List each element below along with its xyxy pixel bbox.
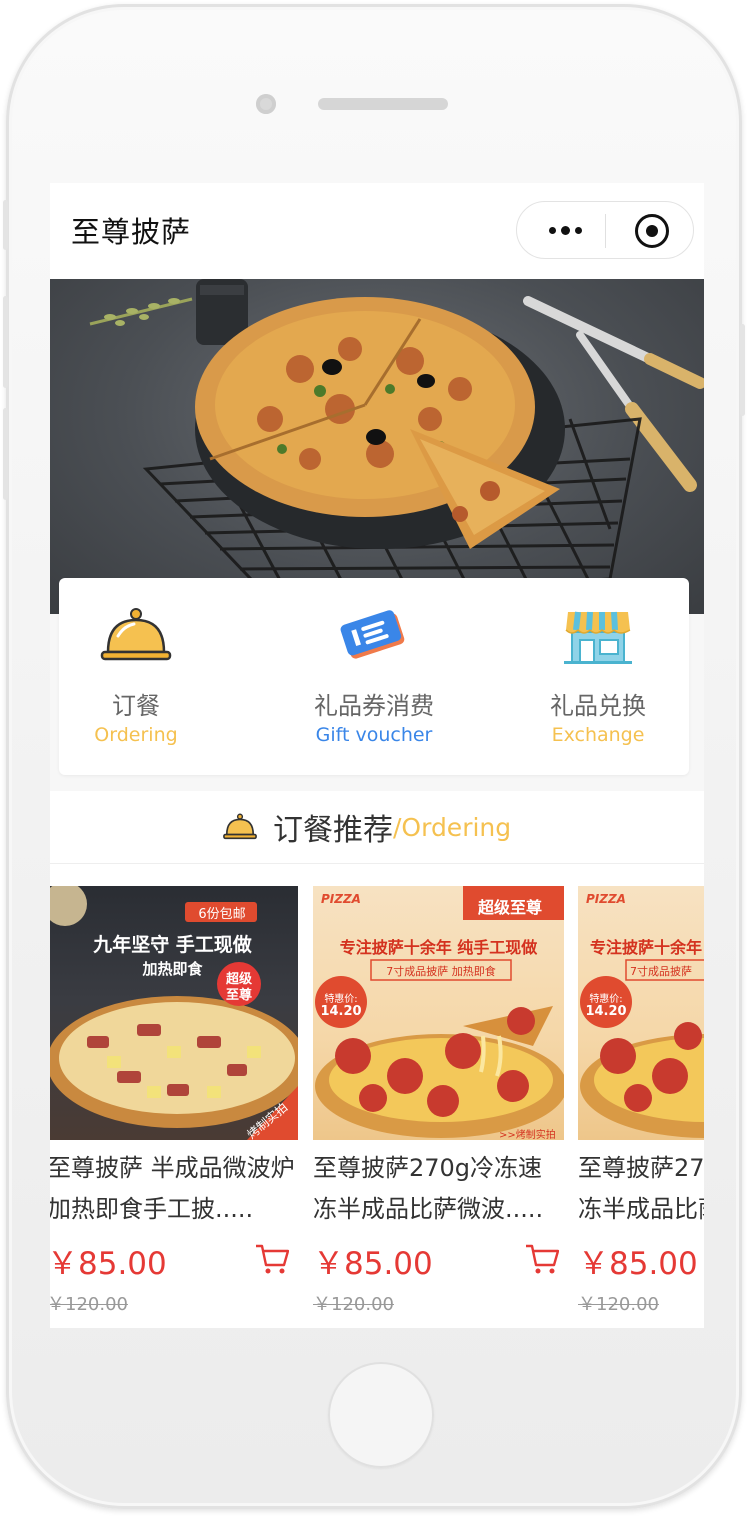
product-price: ￥85.00 [313,1246,433,1282]
product-2-sub: 7寸成品披萨 加热即食 [386,965,496,978]
product-card[interactable]: PIZZA 专注披萨十余年 7寸成品披萨 特惠价: 14.20 至尊披萨270g… [578,886,704,1326]
product-original-price: ￥120.00 [313,1294,394,1315]
product-original-price: ￥120.00 [578,1294,659,1315]
target-circle-icon[interactable] [635,214,669,248]
product-2-badge: 超级至尊 [478,898,543,917]
product-image[interactable]: PIZZA 专注披萨十余年 7寸成品披萨 特惠价: 14.20 [578,886,704,1140]
recommend-section-header: 订餐推荐 /Ordering [50,791,704,864]
service-bell-icon [223,813,257,840]
volume-up-button [3,296,8,388]
product-2-headline: 专注披萨十余年 纯手工现做 [339,938,538,957]
more-dots-icon[interactable] [537,214,593,246]
hero-banner-pizza-image[interactable] [50,279,704,614]
product-2-promo-price: 14.20 [320,1004,362,1019]
product-1-photo [50,886,298,1140]
product-title[interactable]: 至尊披萨270g冷冻速冻半成品比萨微波..... [313,1148,564,1230]
product-image[interactable]: 6份包邮 九年坚守 手工现做 加热即食 超级 至尊 烤制实拍 [50,886,298,1140]
menu-exchange-en: Exchange [551,724,645,746]
capsule-divider [605,214,606,248]
product-2-promo-label: 特惠价: [324,994,358,1005]
silent-switch [3,200,8,250]
product-3-promo-label: 特惠价: [589,994,623,1005]
menu-exchange-cn: 礼品兑换 [550,692,646,720]
menu-gift-voucher-cn: 礼品券消费 [314,692,434,720]
section-title-cn: 订餐推荐 [273,813,393,848]
product-price: ￥85.00 [50,1246,167,1282]
speaker-grille [318,98,448,110]
pizza-photo [89,279,704,601]
product-title[interactable]: 至尊披萨 半成品微波炉加热即食手工披..... [50,1148,298,1230]
product-3-sub: 7寸成品披萨 [630,965,692,978]
product-1-badge: 6份包邮 [198,907,246,922]
ticket-icon [340,610,405,659]
menu-gift-voucher-en: Gift voucher [315,724,433,746]
product-carousel[interactable]: 6份包邮 九年坚守 手工现做 加热即食 超级 至尊 烤制实拍 至尊披萨 半成品微… [50,864,704,1328]
product-title[interactable]: 至尊披萨270g冷冻速冻半成品比萨微波..... [578,1148,704,1230]
product-card[interactable]: PIZZA 超级至尊 专注披萨十余年 纯手工现做 7寸成品披萨 加热即食 特惠价… [313,886,564,1326]
mini-program-capsule [516,201,694,259]
product-card[interactable]: 6份包邮 九年坚守 手工现做 加热即食 超级 至尊 烤制实拍 至尊披萨 半成品微… [50,886,298,1326]
product-2-corner: >>烤制实拍 [499,1130,556,1140]
menu-ordering-en: Ordering [94,724,178,746]
phone-screen: 至尊披萨 订餐 Ordering 礼品券消费 Gift voucher 礼品兑换… [50,183,704,1328]
home-button[interactable] [328,1362,434,1468]
product-1-stamp-line2: 至尊 [225,988,252,1003]
menu-ordering[interactable]: 订餐 Ordering [50,578,226,775]
product-2-brand: PIZZA [321,892,361,906]
cart-icon[interactable] [255,1243,289,1275]
menu-exchange[interactable]: 礼品兑换 Exchange [508,578,688,775]
service-bell-icon [100,608,172,661]
page-title: 至尊披萨 [71,215,192,249]
storefront-icon [564,611,632,664]
front-camera [256,94,276,114]
menu-ordering-cn: 订餐 [112,692,160,720]
product-1-headline: 九年坚守 手工现做 [93,934,252,956]
product-3-promo-price: 14.20 [585,1004,627,1019]
product-3-headline: 专注披萨十余年 [590,938,703,957]
feature-menu-card: 订餐 Ordering 礼品券消费 Gift voucher 礼品兑换 Exch… [59,578,689,775]
navigation-bar: 至尊披萨 [50,183,704,279]
menu-gift-voucher[interactable]: 礼品券消费 Gift voucher [284,578,464,775]
section-title-en: /Ordering [393,812,512,842]
product-3-brand: PIZZA [586,892,626,906]
product-original-price: ￥120.00 [50,1294,128,1315]
power-button [740,324,745,416]
product-1-sub: 加热即食 [142,960,203,978]
product-price: ￥85.00 [578,1246,698,1282]
cart-icon[interactable] [525,1243,559,1275]
product-image[interactable]: PIZZA 超级至尊 专注披萨十余年 纯手工现做 7寸成品披萨 加热即食 特惠价… [313,886,564,1140]
volume-down-button [3,408,8,500]
